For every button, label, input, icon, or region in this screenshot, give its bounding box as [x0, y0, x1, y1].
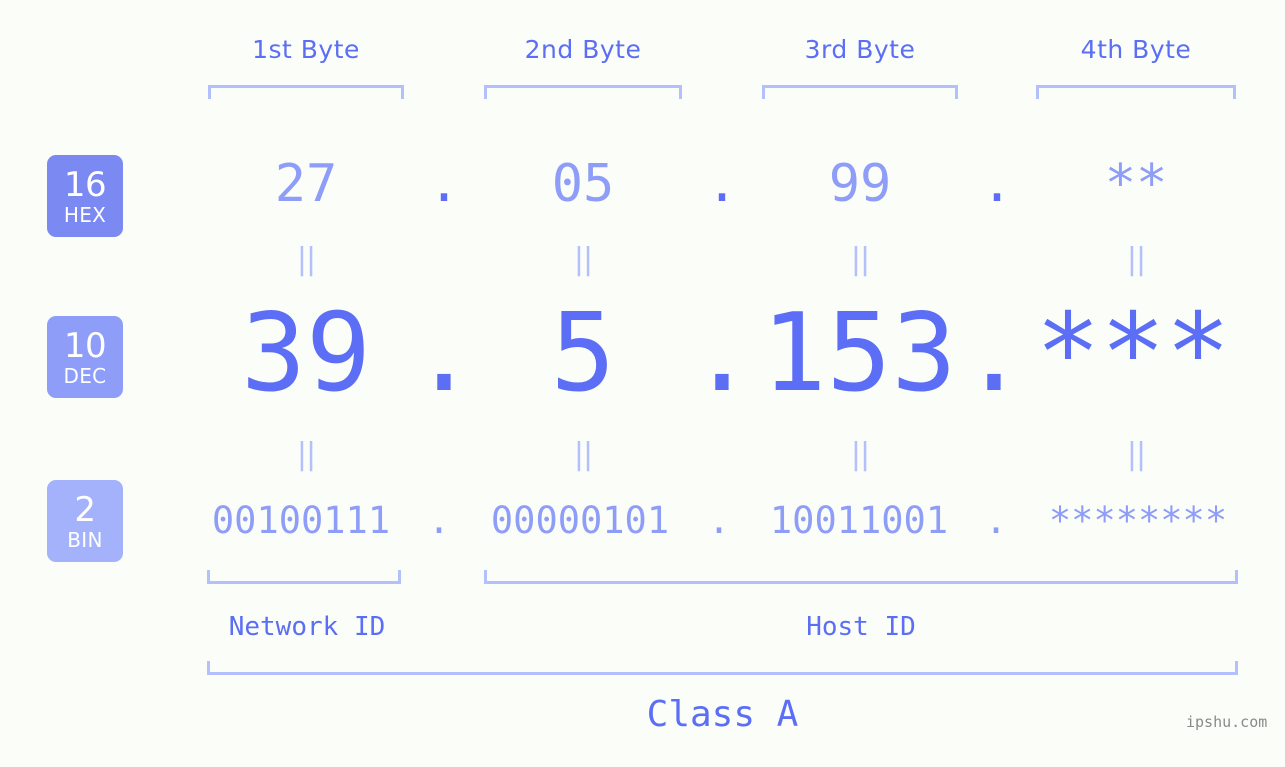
equals-mark-dec-bin-4: || — [1126, 437, 1146, 472]
equals-mark-hex-dec-4: || — [1126, 242, 1146, 277]
host-id-label: Host ID — [806, 612, 916, 642]
byte-header-label-1: 1st Byte — [252, 35, 360, 64]
class-bracket — [207, 661, 1238, 675]
bin-separator-3: . — [984, 499, 1008, 542]
bin-octet-1: 00100111 — [211, 499, 391, 542]
byte-header-label-2: 2nd Byte — [524, 35, 642, 64]
byte-bracket-2 — [484, 85, 682, 99]
base-badge-bin-name: BIN — [67, 527, 103, 552]
class-label: Class A — [646, 694, 799, 735]
watermark: ipshu.com — [1186, 713, 1268, 731]
bin-octet-2: 00000101 — [490, 499, 670, 542]
host-id-bracket — [484, 570, 1238, 584]
equals-mark-hex-dec-2: || — [573, 242, 593, 277]
equals-mark-dec-bin-2: || — [573, 437, 593, 472]
hex-separator-2: . — [706, 154, 738, 214]
equals-mark-hex-dec-1: || — [296, 242, 316, 277]
hex-octet-4: ** — [1104, 154, 1168, 214]
hex-octet-1: 27 — [274, 154, 338, 214]
base-badge-dec[interactable]: 10 DEC — [47, 316, 123, 398]
dec-octet-3: 153 — [761, 291, 957, 416]
equals-mark-hex-dec-3: || — [850, 242, 870, 277]
equals-mark-dec-bin-3: || — [850, 437, 870, 472]
byte-header-label-4: 4th Byte — [1080, 35, 1192, 64]
byte-bracket-1 — [208, 85, 404, 99]
hex-octet-2: 05 — [551, 154, 615, 214]
bin-octet-4: ******** — [1048, 499, 1228, 542]
dec-octet-1: 39 — [240, 291, 372, 416]
byte-bracket-3 — [762, 85, 958, 99]
base-badge-hex-number: 16 — [63, 164, 107, 205]
hex-separator-1: . — [428, 154, 460, 214]
bin-separator-1: . — [427, 499, 451, 542]
base-badge-hex[interactable]: 16 HEX — [47, 155, 123, 237]
equals-mark-dec-bin-1: || — [296, 437, 316, 472]
base-badge-dec-name: DEC — [63, 363, 107, 388]
dec-octet-2: 5 — [550, 291, 616, 416]
dec-separator-1: . — [411, 291, 477, 416]
dec-separator-3: . — [961, 291, 1027, 416]
bin-separator-2: . — [707, 499, 731, 542]
base-badge-bin-number: 2 — [74, 489, 96, 530]
base-badge-dec-number: 10 — [63, 325, 107, 366]
dec-octet-4: *** — [1035, 291, 1231, 416]
network-id-label: Network ID — [228, 612, 386, 642]
hex-octet-3: 99 — [828, 154, 892, 214]
hex-separator-3: . — [981, 154, 1013, 214]
ip-address-breakdown-diagram: 1st Byte 2nd Byte 3rd Byte 4th Byte 16 H… — [0, 0, 1285, 767]
byte-bracket-4 — [1036, 85, 1236, 99]
byte-header-label-3: 3rd Byte — [804, 35, 916, 64]
base-badge-bin[interactable]: 2 BIN — [47, 480, 123, 562]
dec-separator-2: . — [689, 291, 755, 416]
network-id-bracket — [207, 570, 401, 584]
bin-octet-3: 10011001 — [769, 499, 949, 542]
base-badge-hex-name: HEX — [63, 202, 107, 227]
